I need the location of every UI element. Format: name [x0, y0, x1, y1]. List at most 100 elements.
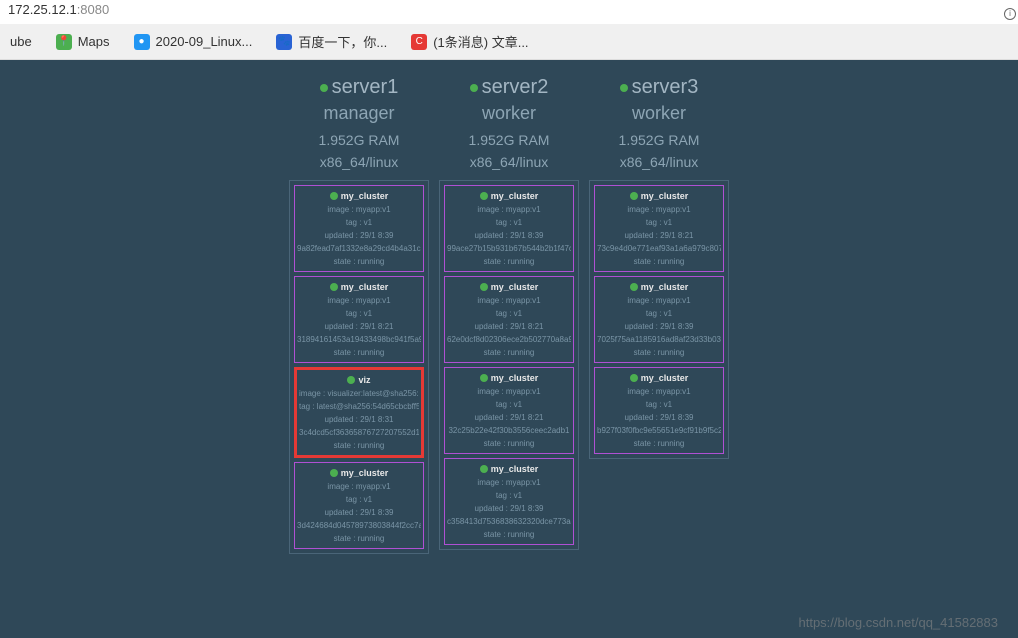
container-card[interactable]: my_cluster image : myapp:v1 tag : v1 upd…: [594, 276, 724, 363]
container-updated: updated : 29/1 8:39: [297, 231, 421, 240]
container-tag: tag : v1: [447, 400, 571, 409]
bookmark-item[interactable]: 📍 Maps: [50, 30, 116, 54]
status-dot-icon: [620, 84, 628, 92]
status-dot-icon: [630, 374, 638, 382]
url-host: 172.25.12.1: [8, 2, 77, 17]
container-state: state : running: [597, 439, 721, 448]
node-header: server3 worker 1.952G RAM x86_64/linux: [589, 76, 729, 170]
container-card[interactable]: my_cluster image : myapp:v1 tag : v1 upd…: [444, 458, 574, 545]
container-image: image : myapp:v1: [447, 205, 571, 214]
node-name: server3: [632, 76, 699, 99]
container-title: my_cluster: [297, 191, 421, 201]
bookmark-label: Maps: [78, 34, 110, 49]
bookmark-item[interactable]: ●2020-09_Linux...: [128, 30, 259, 54]
container-name: my_cluster: [341, 468, 389, 478]
bookmark-label: (1条消息) 文章...: [433, 32, 528, 51]
container-state: state : running: [297, 257, 421, 266]
container-tag: tag : v1: [447, 218, 571, 227]
bookmark-item[interactable]: ube: [4, 30, 38, 53]
url-bar[interactable]: 172.25.12.1:8080: [0, 0, 1018, 24]
container-name: viz: [358, 375, 370, 385]
container-tag: tag : v1: [597, 400, 721, 409]
node-name: server1: [332, 76, 399, 99]
status-dot-icon: [330, 283, 338, 291]
container-id: 3d424684d04578973803844f2cc7a8: [297, 521, 421, 530]
status-dot-icon: [630, 283, 638, 291]
container-updated: updated : 29/1 8:39: [597, 322, 721, 331]
container-tag: tag : v1: [297, 309, 421, 318]
node-title: server2: [439, 76, 579, 99]
node-arch: x86_64/linux: [289, 154, 429, 170]
bookmark-item[interactable]: 🐾 百度一下，你...: [270, 28, 393, 55]
container-image: image : myapp:v1: [297, 296, 421, 305]
container-tag: tag : v1: [447, 491, 571, 500]
status-dot-icon: [480, 465, 488, 473]
container-title: my_cluster: [297, 282, 421, 292]
container-id: 31894161453a19433498bc941f5a9d: [297, 335, 421, 344]
container-state: state : running: [297, 348, 421, 357]
container-card[interactable]: my_cluster image : myapp:v1 tag : v1 upd…: [294, 462, 424, 549]
container-name: my_cluster: [641, 191, 689, 201]
container-name: my_cluster: [491, 464, 539, 474]
bookmark-icon: 📍: [56, 34, 72, 50]
node-title: server3: [589, 76, 729, 99]
container-updated: updated : 29/1 8:39: [447, 231, 571, 240]
container-title: my_cluster: [447, 373, 571, 383]
bookmark-icon: 🐾: [276, 34, 292, 50]
node-ram: 1.952G RAM: [589, 132, 729, 148]
status-dot-icon: [470, 84, 478, 92]
container-state: state : running: [447, 257, 571, 266]
container-card[interactable]: viz image : visualizer:latest@sha256:54d…: [294, 367, 424, 458]
container-card[interactable]: my_cluster image : myapp:v1 tag : v1 upd…: [294, 185, 424, 272]
node-role: manager: [289, 103, 429, 124]
nodes-row: server1 manager 1.952G RAM x86_64/linux …: [289, 76, 729, 638]
info-icon[interactable]: i: [1004, 8, 1016, 20]
bookmark-label: 百度一下，你...: [298, 32, 387, 51]
container-image: image : visualizer:latest@sha256:54d: [299, 389, 419, 398]
bookmark-icon: ●: [134, 34, 150, 50]
container-card[interactable]: my_cluster image : myapp:v1 tag : v1 upd…: [444, 185, 574, 272]
container-card[interactable]: my_cluster image : myapp:v1 tag : v1 upd…: [444, 367, 574, 454]
status-dot-icon: [480, 283, 488, 291]
visualizer-container: server1 manager 1.952G RAM x86_64/linux …: [0, 60, 1018, 638]
container-id: 62e0dcf8d02306ece2b502770a8a92: [447, 335, 571, 344]
container-tag: tag : v1: [297, 218, 421, 227]
container-name: my_cluster: [341, 191, 389, 201]
container-tag: tag : v1: [597, 309, 721, 318]
container-tag: tag : v1: [597, 218, 721, 227]
status-dot-icon: [330, 192, 338, 200]
bookmarks-bar: ube 📍 Maps ●2020-09_Linux... 🐾 百度一下，你... C(1条消…: [0, 24, 1018, 60]
container-title: my_cluster: [597, 282, 721, 292]
container-state: state : running: [597, 257, 721, 266]
container-title: my_cluster: [447, 282, 571, 292]
node-title: server1: [289, 76, 429, 99]
container-updated: updated : 29/1 8:21: [447, 322, 571, 331]
bookmark-label: ube: [10, 34, 32, 49]
status-dot-icon: [480, 192, 488, 200]
node-column: server1 manager 1.952G RAM x86_64/linux …: [289, 76, 429, 638]
status-dot-icon: [347, 376, 355, 384]
container-tag: tag : v1: [447, 309, 571, 318]
container-id: 7025f75aa1185916ad8af23d33b036: [597, 335, 721, 344]
bookmark-item[interactable]: C(1条消息) 文章...: [405, 28, 534, 55]
node-role: worker: [589, 103, 729, 124]
container-card[interactable]: my_cluster image : myapp:v1 tag : v1 upd…: [444, 276, 574, 363]
container-title: my_cluster: [447, 464, 571, 474]
container-state: state : running: [299, 441, 419, 450]
containers-box: my_cluster image : myapp:v1 tag : v1 upd…: [439, 180, 579, 550]
containers-box: my_cluster image : myapp:v1 tag : v1 upd…: [589, 180, 729, 459]
container-card[interactable]: my_cluster image : myapp:v1 tag : v1 upd…: [594, 367, 724, 454]
node-ram: 1.952G RAM: [289, 132, 429, 148]
container-card[interactable]: my_cluster image : myapp:v1 tag : v1 upd…: [594, 185, 724, 272]
status-dot-icon: [630, 192, 638, 200]
container-updated: updated : 29/1 8:39: [297, 508, 421, 517]
container-image: image : myapp:v1: [597, 296, 721, 305]
node-header: server2 worker 1.952G RAM x86_64/linux: [439, 76, 579, 170]
container-name: my_cluster: [491, 373, 539, 383]
container-id: 32c25b22e42f30b3556ceec2adb1: [447, 426, 571, 435]
node-column: server3 worker 1.952G RAM x86_64/linux m…: [589, 76, 729, 638]
node-ram: 1.952G RAM: [439, 132, 579, 148]
container-card[interactable]: my_cluster image : myapp:v1 tag : v1 upd…: [294, 276, 424, 363]
container-title: my_cluster: [597, 191, 721, 201]
container-updated: updated : 29/1 8:31: [299, 415, 419, 424]
